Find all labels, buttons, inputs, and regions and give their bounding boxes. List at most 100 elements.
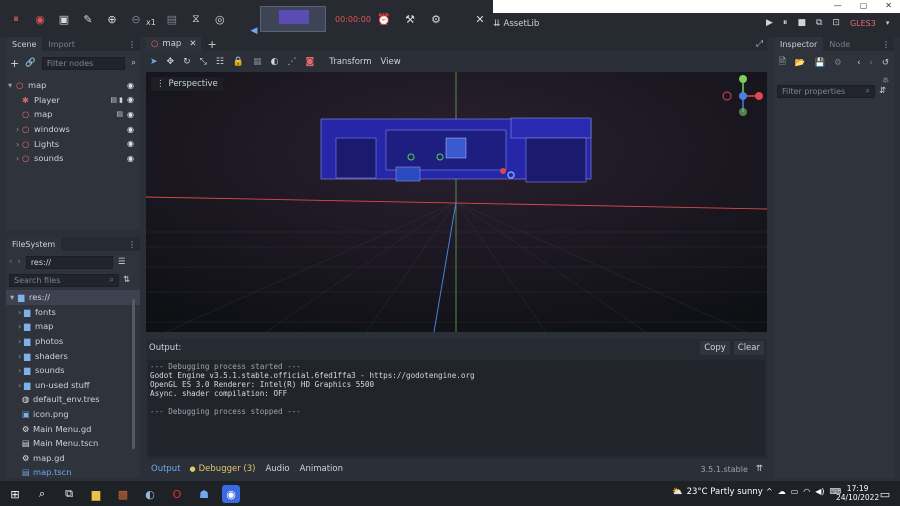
filter-nodes-input[interactable]: Filter nodes [41, 56, 126, 70]
visibility-eye-icon[interactable]: ◉ [127, 139, 134, 148]
lock-icon[interactable]: 🔒 [233, 57, 244, 67]
visibility-eye-icon[interactable]: ◉ [127, 81, 134, 90]
open-resource-icon[interactable]: 📂 [795, 58, 806, 68]
gif-icon[interactable]: ▤ [164, 11, 180, 27]
windows-start-icon[interactable]: ⊞ [6, 485, 24, 503]
sort-icon[interactable]: ⇅ [123, 275, 130, 285]
view-menu[interactable]: View [381, 57, 401, 67]
filter-properties-input[interactable]: Filter properties ⌕ [777, 84, 875, 98]
path-input[interactable]: res:// [25, 255, 113, 269]
3d-viewport[interactable]: ⋮ Perspective [146, 72, 767, 332]
stop-icon[interactable]: ■ [797, 18, 806, 28]
visibility-eye-icon[interactable]: ◉ [127, 110, 134, 119]
new-resource-icon[interactable]: 🗎 [779, 56, 786, 70]
eye-slash-icon[interactable]: ◎ [212, 11, 228, 27]
transform-menu[interactable]: Transform [329, 57, 371, 67]
file-item-default-env[interactable]: ◍ default_env.tres [6, 392, 140, 407]
pen-icon[interactable]: ✎ [80, 11, 96, 27]
move-tool-icon[interactable]: ✥ [167, 57, 175, 67]
local-space-icon[interactable]: ◐ [271, 57, 279, 67]
inspector-options-icon[interactable]: ⇵ [879, 86, 886, 96]
perspective-menu[interactable]: ⋮ Perspective [151, 77, 223, 91]
task-view-icon[interactable]: ⧉ [60, 485, 78, 503]
back-arrow-icon[interactable]: ‹ [9, 257, 12, 267]
tab-debugger[interactable]: Debugger (3) [196, 464, 261, 474]
file-item-map-tscn[interactable]: ▤ map.tscn [6, 465, 140, 478]
timer-icon[interactable]: ⧖ [188, 11, 204, 27]
close-recorder-icon[interactable]: ✕ [472, 11, 488, 27]
recorder-icon[interactable]: ◉ [222, 485, 240, 503]
pause-icon[interactable]: ⏸ [783, 18, 788, 28]
file-item-res-root[interactable]: ▾ ▆ res:// [6, 290, 140, 305]
scale-tool-icon[interactable]: ⤡ [200, 57, 207, 67]
file-item-photos[interactable]: › ▆ photos [6, 334, 140, 349]
split-view-icon[interactable]: ☰ [118, 257, 126, 267]
history-forward-icon[interactable]: › [869, 58, 872, 68]
tree-node-sounds[interactable]: › ○ sounds ◉ [8, 151, 140, 166]
file-item-main-menu-tscn[interactable]: ▤ Main Menu.tscn [6, 436, 140, 451]
pause-record-icon[interactable]: ⏸ [8, 11, 24, 27]
select-tool-icon[interactable]: ➤ [150, 57, 158, 67]
snap-icon[interactable]: ⋰ [288, 57, 297, 67]
history-back-icon[interactable]: ‹ [857, 58, 860, 68]
renderer-dropdown-icon[interactable]: ▾ [886, 19, 890, 27]
collapse-arrow-icon[interactable]: ▾ [8, 80, 16, 90]
tab-inspector[interactable]: Inspector [774, 37, 824, 51]
file-item-icon-png[interactable]: ▣ icon.png [6, 407, 140, 422]
add-node-icon[interactable]: + [10, 57, 19, 70]
camera-icon[interactable]: ◙ [306, 57, 315, 67]
file-item-shaders[interactable]: › ▆ shaders [6, 348, 140, 363]
tab-scene[interactable]: Scene [6, 37, 43, 51]
search-files-input[interactable]: Search files ⌕ [9, 273, 119, 287]
output-log[interactable]: --- Debugging process started --- Godot … [148, 360, 765, 456]
file-explorer-icon[interactable]: ▆ [87, 485, 105, 503]
alarm-icon[interactable]: ⏰ [376, 11, 392, 27]
history-icon[interactable]: ↺ [882, 58, 889, 68]
file-item-sounds[interactable]: › ▆ sounds [6, 363, 140, 378]
scene-instance-icon[interactable]: ▤ ▮ [110, 96, 123, 104]
rotate-tool-icon[interactable]: ↻ [183, 57, 191, 67]
godot-icon[interactable]: ☗ [195, 485, 213, 503]
chevron-up-icon[interactable]: ^ [766, 487, 773, 496]
pin-panel-icon[interactable]: ⇈ [756, 464, 763, 474]
clock[interactable]: 17:19 24/10/2022 [836, 484, 879, 502]
tab-animation[interactable]: Animation [295, 464, 348, 474]
scene-instance-icon[interactable]: ▤ [116, 110, 123, 118]
object-properties-icon[interactable]: ⚙ [834, 58, 842, 68]
link-icon[interactable]: 🔗 [25, 58, 36, 68]
play-custom-scene-icon[interactable]: ⊡ [832, 18, 840, 28]
file-item-main-menu-gd[interactable]: ⚙ Main Menu.gd [6, 421, 140, 436]
wifi-icon[interactable]: ◠ [803, 487, 810, 496]
renderer-label[interactable]: GLES3 [850, 19, 876, 28]
weather-widget[interactable]: ⛅ 23°C Partly sunny [672, 487, 763, 497]
dock-menu-icon[interactable]: ⋮ [128, 240, 136, 249]
dock-menu-icon[interactable]: ⋮ [882, 40, 890, 49]
opera-icon[interactable]: O [168, 485, 186, 503]
save-resource-icon[interactable]: 💾 [814, 58, 825, 68]
assetlib-button[interactable]: ⇊ AssetLib [493, 19, 539, 29]
play-scene-icon[interactable]: ⧉ [816, 18, 822, 28]
filesystem-scrollbar[interactable] [132, 299, 135, 449]
add-tab-icon[interactable]: + [207, 38, 216, 51]
tree-node-lights[interactable]: › ○ Lights ◉ [8, 136, 140, 151]
visibility-eye-icon[interactable]: ◉ [127, 95, 134, 104]
file-item-map-gd[interactable]: ⚙ map.gd [6, 451, 140, 466]
tab-node[interactable]: Node [823, 37, 856, 51]
tab-import[interactable]: Import [42, 37, 81, 51]
recording-thumbnail[interactable] [260, 6, 326, 32]
file-item-fonts[interactable]: › ▆ fonts [6, 305, 140, 320]
forward-arrow-icon[interactable]: › [17, 257, 20, 267]
visibility-eye-icon[interactable]: ◉ [127, 125, 134, 134]
battery-icon[interactable]: ▭ [791, 487, 799, 496]
file-item-unused[interactable]: › ▆ un-used stuff [6, 378, 140, 393]
tree-node-map-root[interactable]: ▾ ○ map ◉ [8, 78, 140, 93]
window-close-icon[interactable]: ✕ [885, 1, 892, 10]
tab-audio[interactable]: Audio [260, 464, 294, 474]
tools-icon[interactable]: ⚒ [402, 11, 418, 27]
play-icon[interactable]: ▶ [766, 18, 773, 28]
cloud-icon[interactable]: ☁ [778, 487, 786, 496]
search-icon[interactable]: ⌕ [33, 485, 51, 503]
visibility-eye-icon[interactable]: ◉ [127, 154, 134, 163]
tree-node-windows[interactable]: › ○ windows ◉ [8, 122, 140, 137]
dock-menu-icon[interactable]: ⋮ [128, 40, 136, 49]
